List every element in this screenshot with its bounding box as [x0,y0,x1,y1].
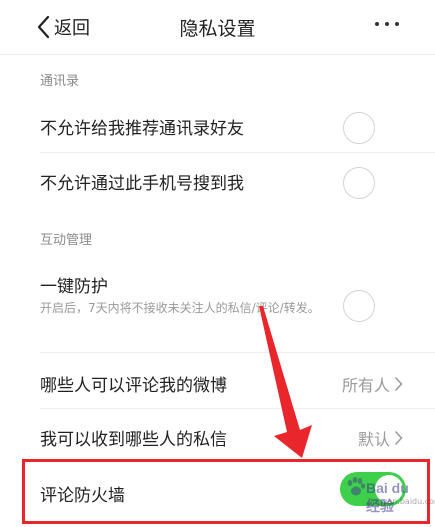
row-description: 开启后，7天内将不接收未关注人的私信/评论/转发。 [40,301,320,315]
row-no-recommend-contacts[interactable]: 不允许给我推荐通讯录好友 [0,104,435,150]
row-label: 评论防火墙 [40,486,125,506]
chevron-right-icon [394,430,403,446]
toggle-comment-firewall[interactable] [340,472,406,506]
nav-bar: 返回 隐私设置 [0,0,435,55]
toggle-no-search-by-phone[interactable] [343,167,375,199]
row-one-key-protect[interactable]: 一键防护 开启后，7天内将不接收未关注人的私信/评论/转发。 [0,262,435,346]
toggle-knob [375,475,403,503]
section-header-contacts: 通讯录 [40,74,80,89]
row-who-can-message[interactable]: 我可以收到哪些人的私信 默认 [0,412,435,460]
row-label: 我可以收到哪些人的私信 [40,430,227,450]
toggle-one-key-protect[interactable] [343,290,375,322]
toggle-no-recommend-contacts[interactable] [343,112,375,144]
row-value[interactable]: 所有人 [342,372,403,396]
divider [40,352,435,353]
value-text: 默认 [357,430,390,449]
row-who-can-comment[interactable]: 哪些人可以评论我的微博 所有人 [0,358,435,408]
chevron-right-icon [394,376,403,392]
row-label: 不允许给我推荐通讯录好友 [40,119,244,139]
divider [40,408,435,409]
page-title: 隐私设置 [179,18,256,40]
more-options-icon[interactable] [375,22,399,26]
row-label: 一键防护 [40,277,108,297]
row-value[interactable]: 默认 [358,426,403,450]
row-label: 哪些人可以评论我的微博 [40,376,227,396]
value-text: 所有人 [341,376,390,395]
row-no-search-by-phone[interactable]: 不允许通过此手机号搜到我 [0,158,435,204]
row-label: 不允许通过此手机号搜到我 [40,174,244,194]
divider [40,152,435,153]
section-header-interaction: 互动管理 [40,233,93,248]
